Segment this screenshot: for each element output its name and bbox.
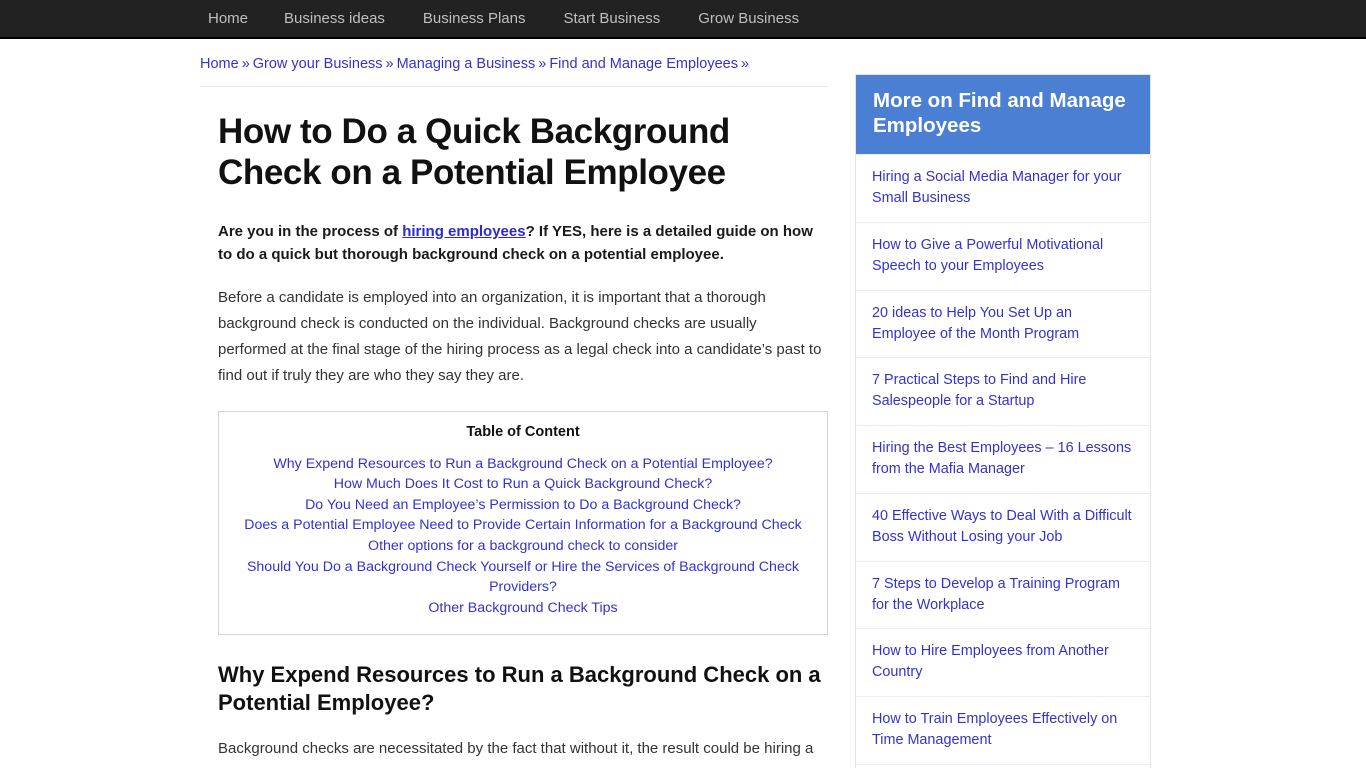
nav-item-grow-business[interactable]: Grow Business	[698, 10, 799, 27]
breadcrumb-separator: »	[385, 56, 394, 72]
sidebar-link-3[interactable]: 20 ideas to Help You Set Up an Employee …	[872, 303, 1134, 345]
table-of-content-list: Why Expend Resources to Run a Background…	[231, 454, 815, 619]
list-item: Other Background Check Tips	[231, 598, 815, 619]
sidebar-item-10[interactable]: Choosing an Accountant – 10 Factors	[856, 763, 1150, 768]
sidebar-link-2[interactable]: How to Give a Powerful Motivational Spee…	[872, 235, 1134, 277]
sidebar-link-6[interactable]: 40 Effective Ways to Deal With a Difficu…	[872, 506, 1134, 548]
sidebar-item-9[interactable]: How to Train Employees Effectively on Ti…	[856, 696, 1150, 764]
sidebar-item-5[interactable]: Hiring the Best Employees – 16 Lessons f…	[856, 425, 1150, 493]
nav-item-business-ideas[interactable]: Business ideas	[284, 10, 385, 27]
sidebar-link-9[interactable]: How to Train Employees Effectively on Ti…	[872, 709, 1134, 751]
sidebar-item-7[interactable]: 7 Steps to Develop a Training Program fo…	[856, 560, 1150, 629]
hiring-employees-link[interactable]: hiring employees	[402, 223, 525, 240]
sidebar-link-8[interactable]: How to Hire Employees from Another Count…	[872, 641, 1134, 683]
toc-link-4[interactable]: Does a Potential Employee Need to Provid…	[231, 515, 815, 536]
breadcrumb-item-find-and-manage-employees[interactable]: Find and Manage Employees	[549, 56, 738, 72]
sidebar-item-1[interactable]: Hiring a Social Media Manager for your S…	[856, 154, 1150, 222]
sidebar-column: More on Find and Manage Employees Hiring…	[855, 39, 1151, 768]
toc-link-3[interactable]: Do You Need an Employee’s Permission to …	[231, 495, 815, 516]
list-item: Why Expend Resources to Run a Background…	[231, 454, 815, 475]
page-title: How to Do a Quick Background Check on a …	[218, 112, 730, 192]
toc-link-2[interactable]: How Much Does It Cost to Run a Quick Bac…	[231, 474, 815, 495]
sidebar-link-1[interactable]: Hiring a Social Media Manager for your S…	[872, 167, 1134, 209]
sidebar-link-7[interactable]: 7 Steps to Develop a Training Program fo…	[872, 574, 1134, 616]
sidebar-link-4[interactable]: 7 Practical Steps to Find and Hire Sales…	[872, 370, 1134, 412]
breadcrumb-separator: »	[241, 56, 250, 72]
list-item: Should You Do a Background Check Yoursel…	[231, 557, 815, 598]
breadcrumb: Home» Grow your Business» Managing a Busin…	[200, 56, 828, 87]
main-content-column: Home» Grow your Business» Managing a Busin…	[200, 39, 828, 768]
sidebar-item-8[interactable]: How to Hire Employees from Another Count…	[856, 628, 1150, 696]
article-paragraph-1: Before a candidate is employed into an o…	[218, 289, 822, 384]
nav-item-business-plans[interactable]: Business Plans	[423, 10, 526, 27]
article-lead-paragraph: Are you in the process of hiring employe…	[218, 220, 828, 267]
list-item: Do You Need an Employee’s Permission to …	[231, 495, 815, 516]
sidebar-item-3[interactable]: 20 ideas to Help You Set Up an Employee …	[856, 289, 1150, 358]
toc-link-1[interactable]: Why Expend Resources to Run a Background…	[231, 454, 815, 475]
section-heading: Why Expend Resources to Run a Background…	[218, 662, 821, 716]
sidebar-item-6[interactable]: 40 Effective Ways to Deal With a Difficu…	[856, 492, 1150, 561]
nav-item-start-business[interactable]: Start Business	[563, 10, 660, 27]
list-item: Does a Potential Employee Need to Provid…	[231, 515, 815, 536]
page-layout: Home» Grow your Business» Managing a Busin…	[0, 39, 1366, 768]
article-paragraph-2: Background checks are necessitated by th…	[218, 740, 815, 768]
sidebar-item-2[interactable]: How to Give a Powerful Motivational Spee…	[856, 221, 1150, 290]
toc-link-5[interactable]: Other options for a background check to …	[231, 536, 815, 557]
breadcrumb-item-home[interactable]: Home	[200, 56, 239, 72]
related-articles-widget: More on Find and Manage Employees Hiring…	[855, 74, 1151, 768]
table-of-content-title: Table of Content	[466, 423, 580, 440]
list-item: How Much Does It Cost to Run a Quick Bac…	[231, 474, 815, 495]
nav-item-home[interactable]: Home	[208, 10, 248, 27]
breadcrumb-separator: »	[538, 56, 547, 72]
sidebar-heading: More on Find and Manage Employees	[856, 75, 1150, 155]
toc-link-6[interactable]: Should You Do a Background Check Yoursel…	[231, 557, 815, 598]
breadcrumb-separator: »	[740, 56, 750, 72]
lead-text-before: Are you in the process of	[218, 222, 403, 240]
table-of-content-box: Table of Content Why Expend Resources to…	[218, 410, 828, 636]
sidebar-link-5[interactable]: Hiring the Best Employees – 16 Lessons f…	[872, 438, 1134, 480]
breadcrumb-item-grow-your-business[interactable]: Grow your Business	[253, 56, 383, 72]
list-item: Other options for a background check to …	[231, 536, 815, 557]
top-navigation-bar: Home Business ideas Business Plans Start…	[0, 0, 1366, 39]
sidebar-item-4[interactable]: 7 Practical Steps to Find and Hire Sales…	[856, 357, 1150, 425]
breadcrumb-item-managing-a-business[interactable]: Managing a Business	[397, 56, 536, 72]
toc-link-7[interactable]: Other Background Check Tips	[231, 598, 815, 619]
